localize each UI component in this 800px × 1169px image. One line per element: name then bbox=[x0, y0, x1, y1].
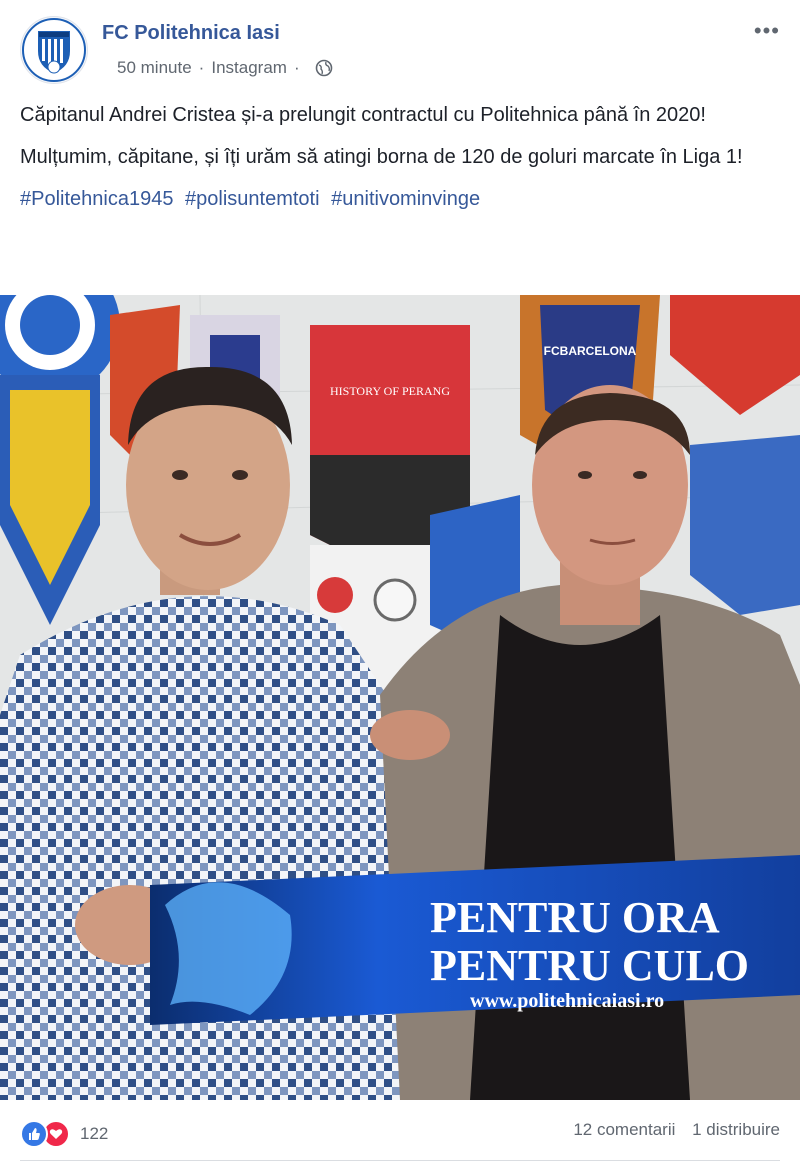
pennant-history-text: HISTORY OF PERANG bbox=[330, 384, 450, 398]
reactions-summary[interactable]: 122 bbox=[20, 1120, 108, 1148]
hashtag-link[interactable]: #unitivominvinge bbox=[331, 188, 480, 210]
reaction-count: 122 bbox=[80, 1124, 109, 1143]
more-options-icon[interactable]: ••• bbox=[754, 18, 780, 44]
hashtag-link[interactable]: #polisuntemtoti bbox=[185, 188, 320, 210]
globe-icon bbox=[315, 59, 333, 77]
scarf-url-text: www.politehnicaiasi.ro bbox=[470, 990, 664, 1012]
post-body: Căpitanul Andrei Cristea și-a prelungit … bbox=[20, 100, 780, 226]
scarf-text-line1: PENTRU ORA bbox=[430, 893, 720, 942]
post-meta: 50 minute · Instagram · bbox=[117, 58, 333, 78]
comments-count-link[interactable]: 12 comentarii bbox=[573, 1120, 675, 1139]
post-source[interactable]: Instagram bbox=[211, 58, 287, 78]
pennant-barcelona-text: FCBARCELONA bbox=[544, 344, 637, 358]
footer-divider bbox=[20, 1160, 780, 1161]
post-header: FC Politehnica Iasi 50 minute · Instagra… bbox=[20, 16, 780, 86]
engagement-stats: 12 comentarii 1 distribuire bbox=[561, 1120, 780, 1140]
post-photo[interactable]: HISTORY OF PERANG FCBARCELONA PENTRU ORA… bbox=[0, 295, 800, 1100]
meta-separator-2: · bbox=[293, 58, 300, 77]
post-paragraph-1: Căpitanul Andrei Cristea și-a prelungit … bbox=[20, 104, 706, 126]
meta-separator: · bbox=[198, 58, 205, 77]
hashtag-link[interactable]: #Politehnica1945 bbox=[20, 188, 173, 210]
page-name-link[interactable]: FC Politehnica Iasi bbox=[102, 22, 280, 45]
scarf-text-line2: PENTRU CULO bbox=[430, 941, 749, 990]
post-timestamp[interactable]: 50 minute bbox=[117, 58, 192, 78]
page-avatar[interactable] bbox=[20, 16, 88, 84]
shares-count-link[interactable]: 1 distribuire bbox=[692, 1120, 780, 1139]
post-paragraph-2: Mulțumim, căpitane, și îți urăm să ating… bbox=[20, 146, 743, 168]
hashtag-list: #Politehnica1945 #polisuntemtoti #unitiv… bbox=[20, 184, 780, 214]
like-icon bbox=[20, 1120, 48, 1148]
post-footer: 122 12 comentarii 1 distribuire bbox=[20, 1120, 780, 1148]
